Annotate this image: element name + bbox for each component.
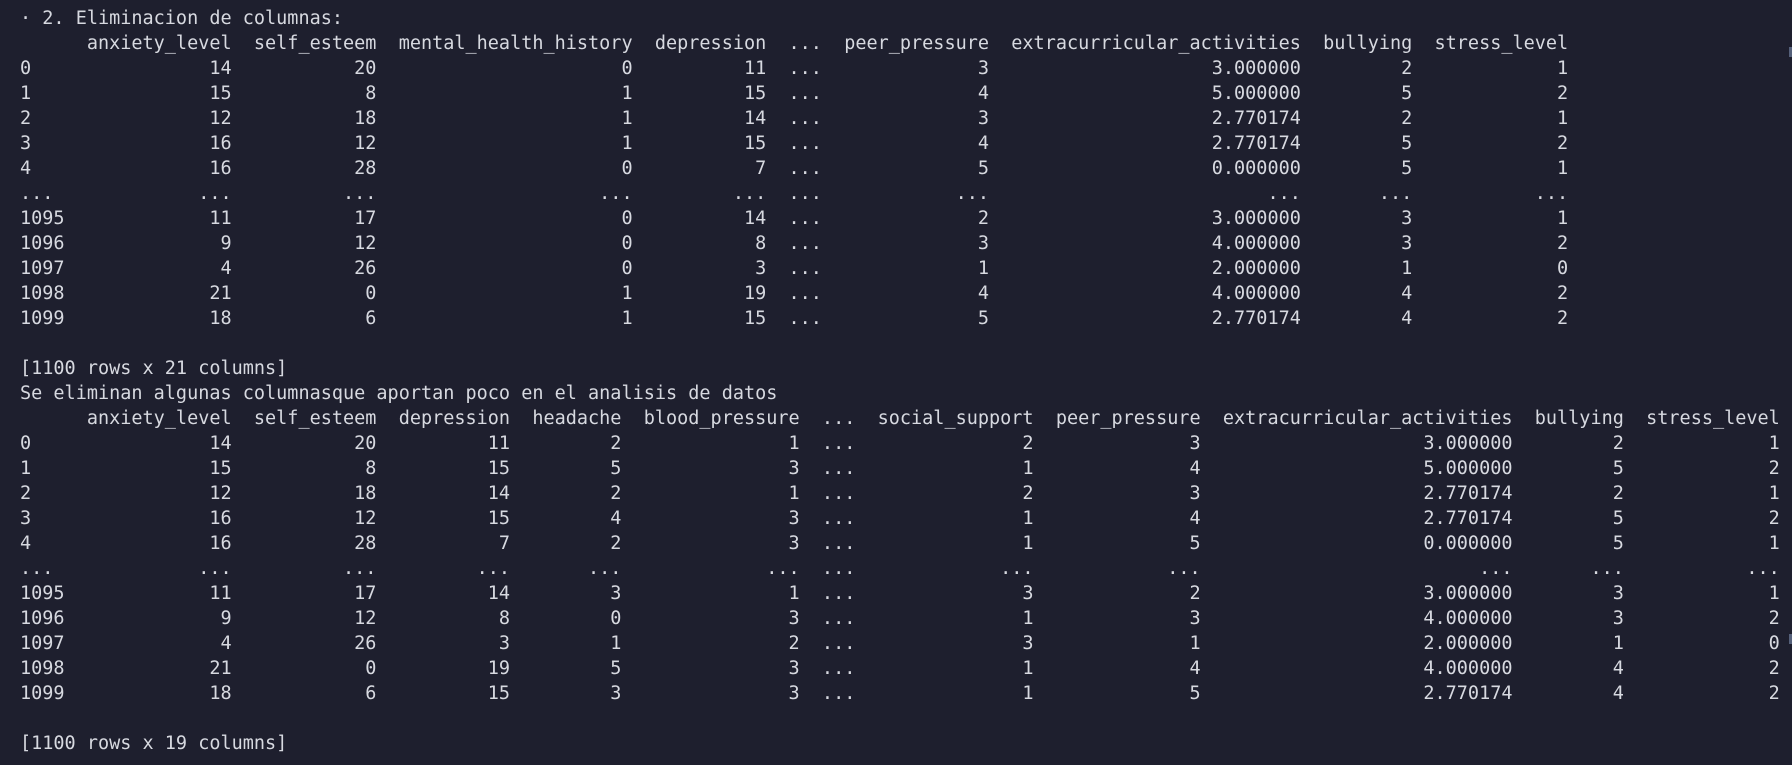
table-header-second: anxiety_level self_esteem depression hea… xyxy=(20,408,1780,429)
table-row: 1097 4 26 0 3 ... 1 2.000000 1 0 xyxy=(20,258,1569,279)
table-row: 1096 9 12 0 8 ... 3 4.000000 3 2 xyxy=(20,233,1569,254)
table-row: 4 16 28 0 7 ... 5 0.000000 5 1 xyxy=(20,158,1569,179)
table-row: 1098 21 0 19 5 3 ... 1 4 4.000000 4 2 xyxy=(20,658,1780,679)
table-row: 3 16 12 1 15 ... 4 2.770174 5 2 xyxy=(20,133,1569,154)
table-ellipsis-row: ... ... ... ... ... ... ... ... ... ... … xyxy=(20,558,1780,579)
section-heading: · 2. Eliminacion de columnas: xyxy=(20,8,344,29)
terminal-output: · 2. Eliminacion de columnas: anxiety_le… xyxy=(20,6,1780,756)
table-summary-second: [1100 rows x 19 columns] xyxy=(20,733,288,754)
table-row: 1 15 8 1 15 ... 4 5.000000 5 2 xyxy=(20,83,1569,104)
table-row: 4 16 28 7 2 3 ... 1 5 0.000000 5 1 xyxy=(20,533,1780,554)
info-message: Se eliminan algunas columnasque aportan … xyxy=(20,383,778,404)
table-row: 2 12 18 1 14 ... 3 2.770174 2 1 xyxy=(20,108,1569,129)
table-row: 0 14 20 11 2 1 ... 2 3 3.000000 2 1 xyxy=(20,433,1780,454)
table-row: 1 15 8 15 5 3 ... 1 4 5.000000 5 2 xyxy=(20,458,1780,479)
table-row: 0 14 20 0 11 ... 3 3.000000 2 1 xyxy=(20,58,1569,79)
table-row: 2 12 18 14 2 1 ... 2 3 2.770174 2 1 xyxy=(20,483,1780,504)
table-ellipsis-row: ... ... ... ... ... ... ... ... ... ... xyxy=(20,183,1569,204)
table-row: 1099 18 6 15 3 3 ... 1 5 2.770174 4 2 xyxy=(20,683,1780,704)
table-row: 1096 9 12 8 0 3 ... 1 3 4.000000 3 2 xyxy=(20,608,1780,629)
table-row: 3 16 12 15 4 3 ... 1 4 2.770174 5 2 xyxy=(20,508,1780,529)
table-row: 1097 4 26 3 1 2 ... 3 1 2.000000 1 0 xyxy=(20,633,1780,654)
table-header-first: anxiety_level self_esteem mental_health_… xyxy=(20,33,1569,54)
table-row: 1099 18 6 1 15 ... 5 2.770174 4 2 xyxy=(20,308,1569,329)
table-summary-first: [1100 rows x 21 columns] xyxy=(20,358,288,379)
table-row: 1098 21 0 1 19 ... 4 4.000000 4 2 xyxy=(20,283,1569,304)
table-row: 1095 11 17 0 14 ... 2 3.000000 3 1 xyxy=(20,208,1569,229)
table-row: 1095 11 17 14 3 1 ... 3 2 3.000000 3 1 xyxy=(20,583,1780,604)
